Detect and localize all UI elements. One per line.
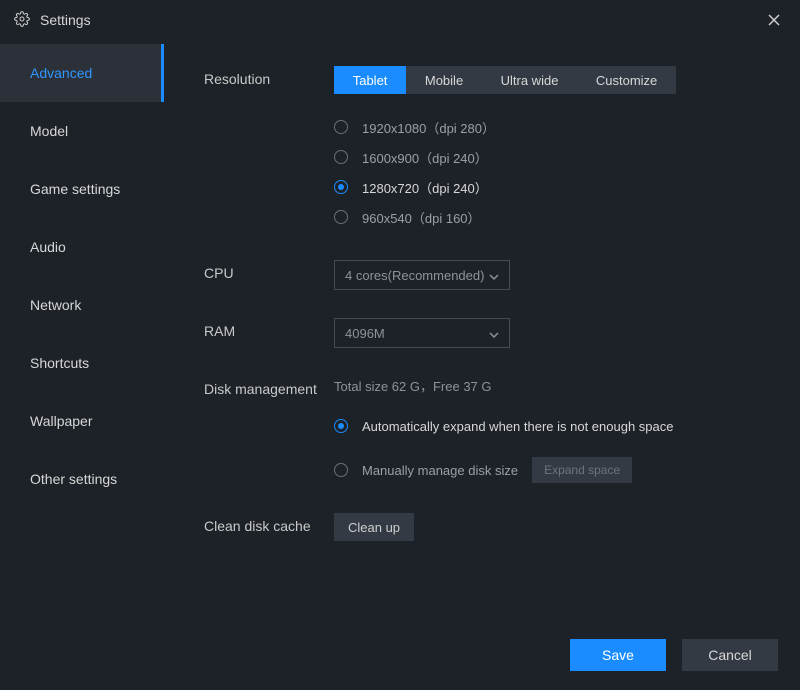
close-button[interactable] [762, 8, 786, 32]
body: Advanced Model Game settings Audio Netwo… [0, 40, 800, 620]
titlebar: Settings [0, 0, 800, 40]
content: Resolution Tablet Mobile Ultra wide Cust… [164, 40, 800, 620]
disk-manual-radio[interactable]: Manually manage disk size Expand space [334, 455, 772, 485]
sidebar-item-label: Network [30, 297, 81, 313]
window-title: Settings [40, 12, 91, 28]
row-clean: Clean disk cache Clean up [204, 513, 772, 541]
resolution-options: 1920x1080（dpi 280） 1600x900（dpi 240） 128… [334, 112, 772, 232]
sidebar-item-other-settings[interactable]: Other settings [0, 450, 164, 508]
sidebar-item-label: Advanced [30, 65, 92, 81]
cpu-select[interactable]: 4 cores(Recommended) [334, 260, 510, 290]
sidebar-item-audio[interactable]: Audio [0, 218, 164, 276]
clean-up-button[interactable]: Clean up [334, 513, 414, 541]
row-cpu: CPU 4 cores(Recommended) [204, 260, 772, 290]
sidebar: Advanced Model Game settings Audio Netwo… [0, 40, 164, 620]
sidebar-item-model[interactable]: Model [0, 102, 164, 160]
cpu-label: CPU [204, 260, 334, 290]
sidebar-item-label: Shortcuts [30, 355, 89, 371]
radio-icon [334, 210, 348, 224]
sidebar-item-label: Audio [30, 239, 66, 255]
close-icon [768, 14, 780, 26]
resolution-option-1280x720[interactable]: 1280x720（dpi 240） [334, 172, 772, 202]
sidebar-item-label: Other settings [30, 471, 117, 487]
tab-customize[interactable]: Customize [577, 66, 676, 94]
radio-icon [334, 463, 348, 477]
disk-info: Total size 62 G，Free 37 G [334, 376, 772, 395]
radio-icon [334, 120, 348, 134]
tab-mobile[interactable]: Mobile [406, 66, 482, 94]
disk-label: Disk management [204, 376, 334, 485]
chevron-down-icon [489, 270, 499, 280]
chevron-down-icon [489, 328, 499, 338]
sidebar-item-advanced[interactable]: Advanced [0, 44, 164, 102]
cancel-button[interactable]: Cancel [682, 639, 778, 671]
settings-icon [14, 11, 30, 30]
resolution-option-1920x1080[interactable]: 1920x1080（dpi 280） [334, 112, 772, 142]
radio-icon [334, 180, 348, 194]
radio-icon [334, 419, 348, 433]
radio-icon [334, 150, 348, 164]
sidebar-item-shortcuts[interactable]: Shortcuts [0, 334, 164, 392]
ram-label: RAM [204, 318, 334, 348]
sidebar-item-wallpaper[interactable]: Wallpaper [0, 392, 164, 450]
disk-auto-radio[interactable]: Automatically expand when there is not e… [334, 411, 772, 441]
resolution-option-960x540[interactable]: 960x540（dpi 160） [334, 202, 772, 232]
clean-label: Clean disk cache [204, 513, 334, 541]
resolution-tabs: Tablet Mobile Ultra wide Customize [334, 66, 676, 94]
ram-value: 4096M [345, 326, 385, 341]
expand-space-button[interactable]: Expand space [532, 457, 632, 483]
sidebar-item-label: Model [30, 123, 68, 139]
save-button[interactable]: Save [570, 639, 666, 671]
settings-window: Settings Advanced Model Game settings Au… [0, 0, 800, 690]
sidebar-item-label: Wallpaper [30, 413, 93, 429]
ram-select[interactable]: 4096M [334, 318, 510, 348]
tab-ultra-wide[interactable]: Ultra wide [482, 66, 577, 94]
sidebar-item-network[interactable]: Network [0, 276, 164, 334]
sidebar-item-game-settings[interactable]: Game settings [0, 160, 164, 218]
row-resolution: Resolution Tablet Mobile Ultra wide Cust… [204, 66, 772, 232]
sidebar-item-label: Game settings [30, 181, 120, 197]
footer: Save Cancel [0, 620, 800, 690]
tab-tablet[interactable]: Tablet [334, 66, 406, 94]
row-disk: Disk management Total size 62 G，Free 37 … [204, 376, 772, 485]
resolution-label: Resolution [204, 66, 334, 232]
cpu-value: 4 cores(Recommended) [345, 268, 484, 283]
row-ram: RAM 4096M [204, 318, 772, 348]
resolution-option-1600x900[interactable]: 1600x900（dpi 240） [334, 142, 772, 172]
